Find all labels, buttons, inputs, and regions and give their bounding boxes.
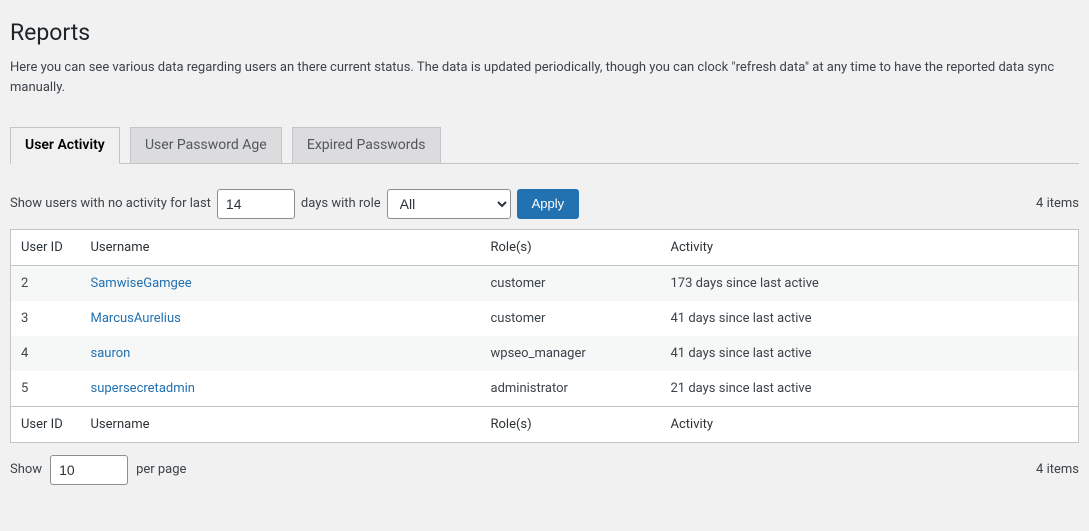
pager-bar: Show per page 4 items: [10, 455, 1079, 485]
table-row: 3 MarcusAurelius customer 41 days since …: [11, 301, 1079, 336]
page-title: Reports: [10, 10, 1079, 50]
cell-roles: customer: [481, 265, 661, 301]
filter-prefix-label: Show users with no activity for last: [10, 196, 211, 211]
table-header-row: User ID Username Role(s) Activity: [11, 229, 1079, 265]
role-select[interactable]: All: [387, 189, 511, 219]
col-header-activity: Activity: [661, 229, 1079, 265]
apply-button[interactable]: Apply: [517, 189, 580, 219]
table-row: 5 supersecretadmin administrator 21 days…: [11, 371, 1079, 407]
per-page-label: per page: [136, 462, 186, 477]
tab-user-activity[interactable]: User Activity: [10, 127, 120, 164]
show-label: Show: [10, 462, 42, 477]
filter-bar: Show users with no activity for last day…: [10, 189, 1079, 219]
username-link[interactable]: supersecretadmin: [91, 381, 195, 396]
cell-activity: 41 days since last active: [661, 336, 1079, 371]
username-link[interactable]: MarcusAurelius: [91, 311, 181, 326]
cell-roles: customer: [481, 301, 661, 336]
user-activity-table: User ID Username Role(s) Activity 2 Samw…: [10, 229, 1079, 443]
cell-user-id: 4: [11, 336, 81, 371]
cell-roles: wpseo_manager: [481, 336, 661, 371]
cell-roles: administrator: [481, 371, 661, 407]
items-count-bottom: 4 items: [1036, 462, 1079, 477]
cell-activity: 173 days since last active: [661, 265, 1079, 301]
col-header-roles: Role(s): [481, 229, 661, 265]
cell-activity: 21 days since last active: [661, 371, 1079, 407]
tabs: User Activity User Password Age Expired …: [10, 117, 1079, 164]
col-header-user-id: User ID: [11, 229, 81, 265]
table-footer-row: User ID Username Role(s) Activity: [11, 406, 1079, 442]
tab-expired-passwords[interactable]: Expired Passwords: [292, 127, 441, 163]
cell-user-id: 2: [11, 265, 81, 301]
filter-mid-label: days with role: [301, 196, 381, 211]
col-footer-roles: Role(s): [481, 406, 661, 442]
cell-activity: 41 days since last active: [661, 301, 1079, 336]
col-footer-username: Username: [81, 406, 481, 442]
days-input[interactable]: [217, 189, 295, 219]
cell-user-id: 5: [11, 371, 81, 407]
col-header-username: Username: [81, 229, 481, 265]
per-page-input[interactable]: [50, 455, 128, 485]
tab-user-password-age[interactable]: User Password Age: [130, 127, 282, 163]
table-row: 4 sauron wpseo_manager 41 days since las…: [11, 336, 1079, 371]
username-link[interactable]: SamwiseGamgee: [91, 276, 192, 291]
items-count-top: 4 items: [1036, 196, 1079, 211]
table-row: 2 SamwiseGamgee customer 173 days since …: [11, 265, 1079, 301]
username-link[interactable]: sauron: [91, 346, 131, 361]
col-footer-user-id: User ID: [11, 406, 81, 442]
page-intro: Here you can see various data regarding …: [10, 58, 1079, 97]
col-footer-activity: Activity: [661, 406, 1079, 442]
cell-user-id: 3: [11, 301, 81, 336]
